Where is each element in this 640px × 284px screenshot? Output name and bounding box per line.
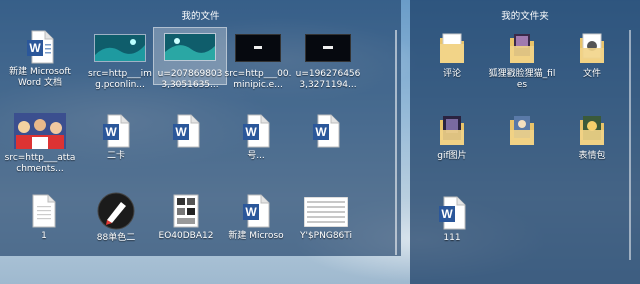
svg-text:W: W xyxy=(441,207,453,221)
desktop-item-word[interactable]: W xyxy=(150,114,222,151)
desktop-item-image-selected[interactable]: u=2078698033,3051635... xyxy=(153,27,227,90)
desktop-item-label: 号... xyxy=(247,151,265,161)
folder-label: 文件 xyxy=(582,69,601,79)
desktop-item-image-dark[interactable]: u=1962764563,3271194... xyxy=(292,30,364,91)
folder-label: 表情包 xyxy=(578,151,606,161)
word-icon: W xyxy=(80,114,152,148)
desktop-item-label: 111 xyxy=(443,233,461,243)
svg-text:W: W xyxy=(29,41,41,55)
desktop-item-label: 新建 Microsoft Word 文档 xyxy=(9,67,71,88)
blank-file-icon xyxy=(8,194,80,228)
image-thumbnail-icon xyxy=(4,112,76,150)
folder-item[interactable]: 狐狸戳脸狸猫_files xyxy=(486,32,558,91)
image-thumbnail-icon xyxy=(222,30,294,66)
desktop-item-label: Y'$PNG86Ti xyxy=(299,231,352,241)
desktop-item-image[interactable]: src=http___img.pconlin... xyxy=(84,30,156,91)
folder-with-content-icon xyxy=(486,32,558,66)
word-icon: W xyxy=(150,114,222,148)
desktop-item-word[interactable]: W 号... xyxy=(220,114,292,162)
folders-scrollbar[interactable] xyxy=(629,30,631,260)
folders-fence-title: 我的文件夹 xyxy=(501,11,549,22)
folder-pictures-icon xyxy=(486,114,558,148)
folder-item[interactable]: 表情包 xyxy=(556,114,628,162)
desktop-item-label: u=1962764563,3271194... xyxy=(295,69,361,90)
svg-text:W: W xyxy=(245,125,257,139)
svg-text:W: W xyxy=(315,125,327,139)
files-fence: 我的文件 W 新建 Microsoft Word 文档 src=http___i… xyxy=(0,0,401,256)
folders-fence: 我的文件夹 评论 狐狸戳脸狸猫_files 文件 gif图片 表情包 W 111 xyxy=(410,0,640,284)
pen-app-icon xyxy=(80,192,152,230)
word-icon: W xyxy=(416,196,488,230)
desktop-item-image-photo[interactable]: src=http___attachments... xyxy=(4,112,76,175)
folder-label: 狐狸戳脸狸猫_files xyxy=(488,69,556,90)
table-thumbnail-icon xyxy=(290,196,362,228)
folder-item[interactable]: 评论 xyxy=(416,32,488,80)
desktop-item-label: 88单色二 xyxy=(96,233,136,243)
folder-docs-icon xyxy=(556,32,628,66)
files-fence-title: 我的文件 xyxy=(181,11,220,22)
image-thumbnail-icon xyxy=(154,28,226,66)
image-thumbnail-icon xyxy=(292,30,364,66)
desktop-item-label: 新建 Microso xyxy=(228,231,284,241)
svg-text:W: W xyxy=(175,125,187,139)
folder-emoji-icon xyxy=(556,114,628,148)
desktop-item-label: EO40DBA12 xyxy=(158,231,214,241)
desktop-item-word-111[interactable]: W 111 xyxy=(416,196,488,244)
files-scrollbar[interactable] xyxy=(395,30,397,255)
desktop-item-image-dark[interactable]: src=http___00.minipic.e... xyxy=(222,30,294,91)
svg-text:W: W xyxy=(245,205,257,219)
folder-item[interactable]: gif图片 xyxy=(416,114,488,162)
word-icon: W xyxy=(220,194,292,228)
desktop-item-file[interactable]: 1 xyxy=(8,194,80,242)
word-icon: W xyxy=(290,114,362,148)
desktop-item-word[interactable]: W 新建 Microso xyxy=(220,194,292,242)
desktop-item-label: u=2078698033,3051635... xyxy=(157,69,223,90)
document-thumbnail-icon xyxy=(150,194,222,228)
folder-label: 评论 xyxy=(442,69,461,79)
folder-icon xyxy=(416,32,488,66)
desktop-item-word[interactable]: W xyxy=(290,114,362,151)
folder-item[interactable] xyxy=(486,114,558,151)
desktop-item-label: 1 xyxy=(41,231,47,241)
folder-label: gif图片 xyxy=(437,151,467,161)
word-icon: W xyxy=(4,30,76,64)
folder-pictures-icon xyxy=(416,114,488,148)
desktop-item-app[interactable]: 88单色二 xyxy=(80,192,152,244)
desktop-item-doc[interactable]: EO40DBA12 xyxy=(150,194,222,242)
word-icon: W xyxy=(220,114,292,148)
desktop-item-label: 二卡 xyxy=(106,151,125,161)
image-thumbnail-icon xyxy=(84,30,156,66)
desktop-item-word-new[interactable]: W 新建 Microsoft Word 文档 xyxy=(4,30,76,89)
folder-item[interactable]: 文件 xyxy=(556,32,628,80)
desktop-item-word[interactable]: W 二卡 xyxy=(80,114,152,162)
svg-text:W: W xyxy=(105,125,117,139)
desktop-item-label: src=http___img.pconlin... xyxy=(88,69,152,90)
desktop-item-table-image[interactable]: Y'$PNG86Ti xyxy=(290,196,362,242)
desktop-item-label: src=http___attachments... xyxy=(4,153,76,174)
desktop-item-label: src=http___00.minipic.e... xyxy=(224,69,292,90)
